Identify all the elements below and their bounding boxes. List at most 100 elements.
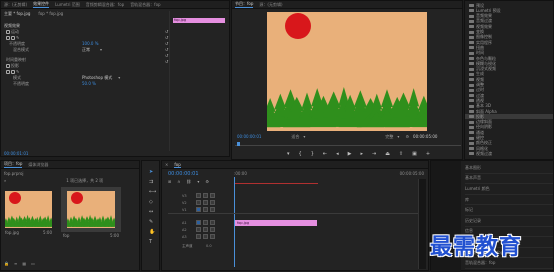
play-icon[interactable]: ▶ <box>348 151 352 157</box>
snap-icon[interactable]: ∩ <box>177 179 180 184</box>
tab-source[interactable]: 源：(无剪辑) <box>4 2 27 8</box>
eye-icon[interactable] <box>210 227 215 232</box>
playhead-icon[interactable] <box>237 142 240 146</box>
workspace-panel-tab[interactable]: 历史记录 <box>465 216 553 227</box>
tab-lumetri-scopes[interactable]: Lumetri 范围 <box>55 2 80 8</box>
search-icon[interactable]: ⌕ <box>4 178 6 183</box>
thumb-clip[interactable] <box>5 191 52 228</box>
eye-icon[interactable] <box>210 200 215 205</box>
ec-timecode[interactable]: 00:00:01:01 <box>4 151 28 156</box>
track-target-button[interactable] <box>196 200 201 205</box>
track-header[interactable]: 主声道 0.0 <box>176 243 232 249</box>
chevron-down-icon[interactable]: ▾ <box>303 134 305 139</box>
wrench-icon[interactable]: ⚙ <box>205 179 209 184</box>
marker-icon[interactable]: ▾ <box>287 151 290 157</box>
workspace-panel-tab[interactable]: Lumetri 颜色 <box>465 184 553 195</box>
rect-mask-icon[interactable] <box>11 69 15 74</box>
sync-lock-icon[interactable] <box>203 227 208 232</box>
chevron-down-icon[interactable]: ▾ <box>397 134 399 139</box>
pen-tool-icon[interactable]: ✎ <box>149 219 156 225</box>
ripple-edit-tool-icon[interactable]: ⟷ <box>149 189 156 195</box>
fx-motion-row[interactable]: 运动 <box>1 29 229 34</box>
effects-tree-item[interactable]: 视频过渡 <box>465 151 553 156</box>
blend-mode-select[interactable]: 正常 <box>82 47 90 53</box>
track-select-tool-icon[interactable]: ⇉ <box>149 179 156 185</box>
program-video-frame[interactable] <box>267 12 427 131</box>
tab-source-monitor[interactable]: 源：(无剪辑) <box>259 2 282 8</box>
clip-selector[interactable]: 主要 * fop.jpg <box>4 11 30 17</box>
timeline-clip[interactable]: fop.jpg <box>235 220 317 226</box>
fit-select[interactable]: 适合 <box>291 134 299 140</box>
sync-lock-icon[interactable] <box>203 193 208 198</box>
in-point-icon[interactable]: { <box>299 151 302 157</box>
timeline-ruler[interactable]: :00:00 00:00:05:00 <box>234 171 424 176</box>
nest-icon[interactable]: ⊞ <box>168 179 171 184</box>
track-target-button[interactable] <box>196 227 201 232</box>
selection-tool-icon[interactable]: ➤ <box>149 169 156 175</box>
quality-select[interactable]: 完整 <box>385 134 393 140</box>
ellipse-mask-icon[interactable] <box>6 69 10 74</box>
tab-media-browser[interactable]: 媒体浏览器 <box>28 162 48 168</box>
track-target-button[interactable] <box>196 234 201 239</box>
fx-blend-mode-row[interactable]: 混合模式 正常 ▾ <box>1 47 229 53</box>
sync-lock-icon[interactable] <box>203 200 208 205</box>
track-header[interactable]: V3 <box>176 193 232 199</box>
workspace-panel-tab[interactable]: 基本声音 <box>465 174 553 185</box>
chevron-down-icon[interactable]: ▾ <box>118 75 120 80</box>
eye-icon[interactable] <box>210 207 215 212</box>
chevron-down-icon[interactable]: ▾ <box>100 47 102 52</box>
pen-mask-icon[interactable]: ✎ <box>16 69 19 74</box>
fx-drop-shadow-row[interactable]: 投影 <box>1 63 229 68</box>
master-volume-value[interactable]: 0.0 <box>206 244 212 248</box>
step-back-icon[interactable]: ◂ <box>336 151 339 157</box>
reset-icon[interactable]: ↺ <box>165 59 169 65</box>
go-to-out-icon[interactable]: ⇥ <box>372 151 376 157</box>
tab-sequence-fop[interactable]: fop <box>174 162 181 168</box>
add-button-icon[interactable]: + <box>426 151 430 157</box>
list-view-icon[interactable]: ≡ <box>14 261 17 266</box>
add-marker-icon[interactable]: ▾ <box>197 179 199 184</box>
tab-audio-clip-mixer[interactable]: 音频剪辑混合器：fop <box>86 2 124 8</box>
eye-icon[interactable] <box>210 220 215 225</box>
mode-select[interactable]: Photoshop 模式 <box>82 75 112 81</box>
monitor-scrubber[interactable] <box>235 142 461 146</box>
workspace-panel-tab[interactable]: 库 <box>465 195 553 206</box>
eye-icon[interactable] <box>210 193 215 198</box>
type-tool-icon[interactable]: T <box>149 239 156 245</box>
tab-audio-track-mixer[interactable]: 音轨混合器：fop <box>130 2 160 8</box>
ellipse-mask-icon[interactable] <box>6 35 10 40</box>
razor-tool-icon[interactable]: ◇ <box>149 199 156 205</box>
track-target-button[interactable] <box>196 220 201 225</box>
extract-icon[interactable]: ⇪ <box>399 151 403 157</box>
new-bin-icon[interactable]: ▭ <box>31 261 35 266</box>
icon-view-icon[interactable]: ▦ <box>22 261 26 266</box>
track-target-button[interactable] <box>196 207 201 212</box>
track-header[interactable]: A3 <box>176 234 232 240</box>
close-icon[interactable]: × <box>165 162 168 167</box>
go-to-in-icon[interactable]: ⇤ <box>323 151 327 157</box>
step-forward-icon[interactable]: ▸ <box>360 151 363 157</box>
fx-mode-row[interactable]: 模式 Photoshop 模式 ▾ <box>1 75 229 81</box>
sync-lock-icon[interactable] <box>203 220 208 225</box>
rect-mask-icon[interactable] <box>11 35 15 40</box>
sync-lock-icon[interactable] <box>203 207 208 212</box>
fx-time-remap-row[interactable]: 时间重映射 <box>1 57 229 62</box>
track-header[interactable]: A2 <box>176 227 232 233</box>
opacity-value[interactable]: 100.0 % <box>82 41 99 46</box>
pen-mask-icon[interactable]: ✎ <box>16 35 19 40</box>
tab-project[interactable]: 项目：fop <box>4 161 23 168</box>
sync-lock-icon[interactable] <box>203 234 208 239</box>
track-header[interactable]: V2 <box>176 200 232 206</box>
work-area-bar[interactable] <box>234 183 318 184</box>
lift-icon[interactable]: ⏏ <box>385 151 390 157</box>
eye-icon[interactable] <box>210 234 215 239</box>
out-point-icon[interactable]: } <box>311 151 314 157</box>
linked-selection-icon[interactable]: ⛓ <box>186 179 191 184</box>
fx-opacity-row[interactable]: 不透明度 100.0 % <box>1 41 229 47</box>
workspace-panel-tab[interactable]: 标记 <box>465 205 553 216</box>
track-target-button[interactable] <box>196 193 201 198</box>
slip-tool-icon[interactable]: ↔ <box>149 209 156 215</box>
tab-effect-controls[interactable]: 效果控件 <box>33 1 50 8</box>
timeline-timecode[interactable]: 00:00:00:01 <box>168 171 199 177</box>
thumb-sequence[interactable] <box>61 187 121 232</box>
